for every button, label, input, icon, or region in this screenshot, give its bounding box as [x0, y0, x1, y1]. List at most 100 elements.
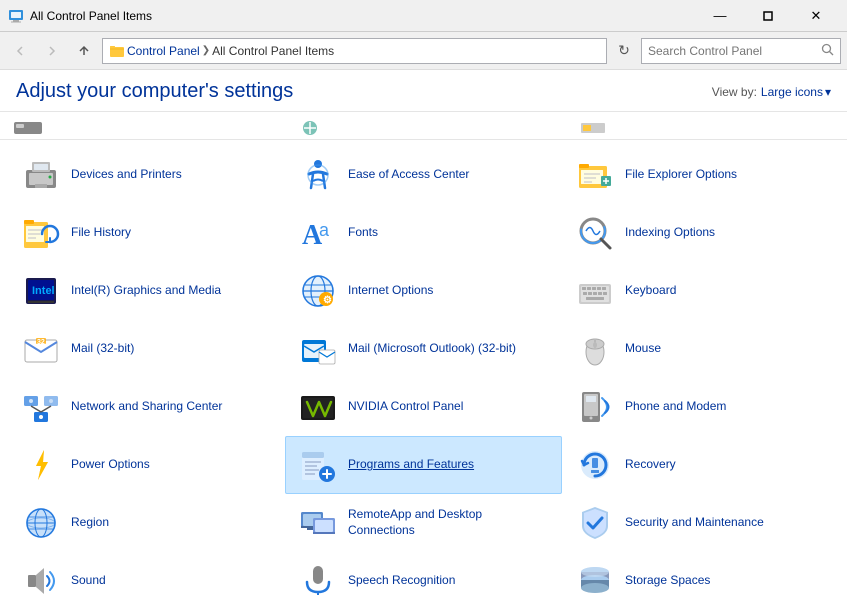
item-indexing-options[interactable]: Indexing Options [562, 204, 839, 262]
item-internet-options[interactable]: ⚙ Internet Options [285, 262, 562, 320]
nvidia-control-icon [298, 387, 338, 427]
devices-printers-icon [21, 155, 61, 195]
breadcrumb: Control Panel ❯ All Control Panel Items [102, 38, 607, 64]
item-keyboard[interactable]: Keyboard [562, 262, 839, 320]
address-bar: Control Panel ❯ All Control Panel Items … [0, 32, 847, 70]
item-speech-recognition[interactable]: Speech Recognition [285, 552, 562, 595]
indexing-options-label: Indexing Options [625, 225, 715, 241]
page-title: Adjust your computer's settings [16, 80, 293, 103]
partial-item-2 [282, 112, 564, 140]
item-file-explorer-options[interactable]: File Explorer Options [562, 146, 839, 204]
refresh-button[interactable]: ↻ [611, 38, 637, 64]
window-controls: — ✕ [697, 0, 839, 32]
items-grid: Devices and Printers Ease of Access Cent… [8, 146, 839, 595]
network-sharing-label: Network and Sharing Center [71, 399, 222, 415]
file-history-label: File History [71, 225, 131, 241]
programs-features-label: Programs and Features [348, 457, 474, 473]
fonts-icon: A a [298, 213, 338, 253]
item-mail-32bit[interactable]: 32 Mail (32-bit) [8, 320, 285, 378]
partial-item-1 [0, 112, 282, 140]
search-input[interactable] [648, 44, 817, 58]
recovery-label: Recovery [625, 457, 676, 473]
items-container: Devices and Printers Ease of Access Cent… [0, 140, 847, 595]
maximize-button[interactable] [745, 0, 791, 32]
item-nvidia-control[interactable]: NVIDIA Control Panel [285, 378, 562, 436]
keyboard-label: Keyboard [625, 283, 676, 299]
forward-button[interactable] [38, 37, 66, 65]
item-intel-graphics[interactable]: Intel Intel(R) Graphics and Media [8, 262, 285, 320]
window-title: All Control Panel Items [30, 9, 697, 23]
keyboard-icon [575, 271, 615, 311]
phone-modem-label: Phone and Modem [625, 399, 726, 415]
search-box [641, 38, 841, 64]
file-explorer-options-icon [575, 155, 615, 195]
nvidia-control-label: NVIDIA Control Panel [348, 399, 463, 415]
breadcrumb-control-panel[interactable]: Control Panel [127, 44, 200, 58]
view-by-dropdown[interactable]: Large icons ▾ [761, 85, 831, 99]
view-by-control: View by: Large icons ▾ [712, 85, 831, 99]
svg-text:⚙: ⚙ [323, 295, 332, 306]
item-ease-of-access[interactable]: Ease of Access Center [285, 146, 562, 204]
ease-of-access-icon [298, 155, 338, 195]
close-button[interactable]: ✕ [793, 0, 839, 32]
mail-outlook-label: Mail (Microsoft Outlook) (32-bit) [348, 341, 516, 357]
speech-recognition-label: Speech Recognition [348, 573, 455, 589]
item-power-options[interactable]: Power Options [8, 436, 285, 494]
network-sharing-icon [21, 387, 61, 427]
mouse-icon [575, 329, 615, 369]
app-icon [8, 8, 24, 24]
power-options-label: Power Options [71, 457, 150, 473]
remoteapp-icon [298, 503, 338, 543]
breadcrumb-all-items: All Control Panel Items [212, 44, 334, 58]
file-explorer-options-label: File Explorer Options [625, 167, 737, 183]
item-file-history[interactable]: File History [8, 204, 285, 262]
mail-32bit-label: Mail (32-bit) [71, 341, 134, 357]
indexing-options-icon [575, 213, 615, 253]
item-network-sharing[interactable]: Network and Sharing Center [8, 378, 285, 436]
view-by-current: Large icons [761, 85, 823, 99]
item-security-maintenance[interactable]: Security and Maintenance [562, 494, 839, 552]
storage-spaces-label: Storage Spaces [625, 573, 710, 589]
back-button[interactable] [6, 37, 34, 65]
ease-of-access-label: Ease of Access Center [348, 167, 469, 183]
item-devices-printers[interactable]: Devices and Printers [8, 146, 285, 204]
item-storage-spaces[interactable]: Storage Spaces [562, 552, 839, 595]
item-phone-modem[interactable]: Phone and Modem [562, 378, 839, 436]
view-by-label: View by: [712, 85, 757, 99]
power-options-icon [21, 445, 61, 485]
internet-options-icon: ⚙ [298, 271, 338, 311]
programs-features-icon [298, 445, 338, 485]
item-mouse[interactable]: Mouse [562, 320, 839, 378]
remoteapp-label: RemoteApp and Desktop Connections [348, 507, 549, 538]
security-maintenance-icon [575, 503, 615, 543]
devices-printers-label: Devices and Printers [71, 167, 182, 183]
content-header: Adjust your computer's settings View by:… [0, 70, 847, 112]
chevron-down-icon: ▾ [825, 85, 831, 99]
region-icon [21, 503, 61, 543]
recovery-icon [575, 445, 615, 485]
content-area: Adjust your computer's settings View by:… [0, 70, 847, 595]
item-sound[interactable]: Sound [8, 552, 285, 595]
item-mail-outlook[interactable]: Mail (Microsoft Outlook) (32-bit) [285, 320, 562, 378]
breadcrumb-folder-icon [109, 43, 125, 59]
item-region[interactable]: Region [8, 494, 285, 552]
fonts-label: Fonts [348, 225, 378, 241]
title-bar: All Control Panel Items — ✕ [0, 0, 847, 32]
item-programs-features[interactable]: Programs and Features [285, 436, 562, 494]
item-fonts[interactable]: A a Fonts [285, 204, 562, 262]
item-remoteapp[interactable]: RemoteApp and Desktop Connections [285, 494, 562, 552]
mail-32bit-icon: 32 [21, 329, 61, 369]
item-recovery[interactable]: Recovery [562, 436, 839, 494]
up-button[interactable] [70, 37, 98, 65]
phone-modem-icon [575, 387, 615, 427]
svg-text:a: a [319, 220, 330, 240]
svg-text:Intel: Intel [32, 285, 55, 297]
file-history-icon [21, 213, 61, 253]
sound-icon [21, 561, 61, 595]
partial-item-3 [565, 112, 847, 140]
sound-label: Sound [71, 573, 106, 589]
intel-graphics-label: Intel(R) Graphics and Media [71, 283, 221, 299]
region-label: Region [71, 515, 109, 531]
minimize-button[interactable]: — [697, 0, 743, 32]
partial-top-row [0, 112, 847, 140]
